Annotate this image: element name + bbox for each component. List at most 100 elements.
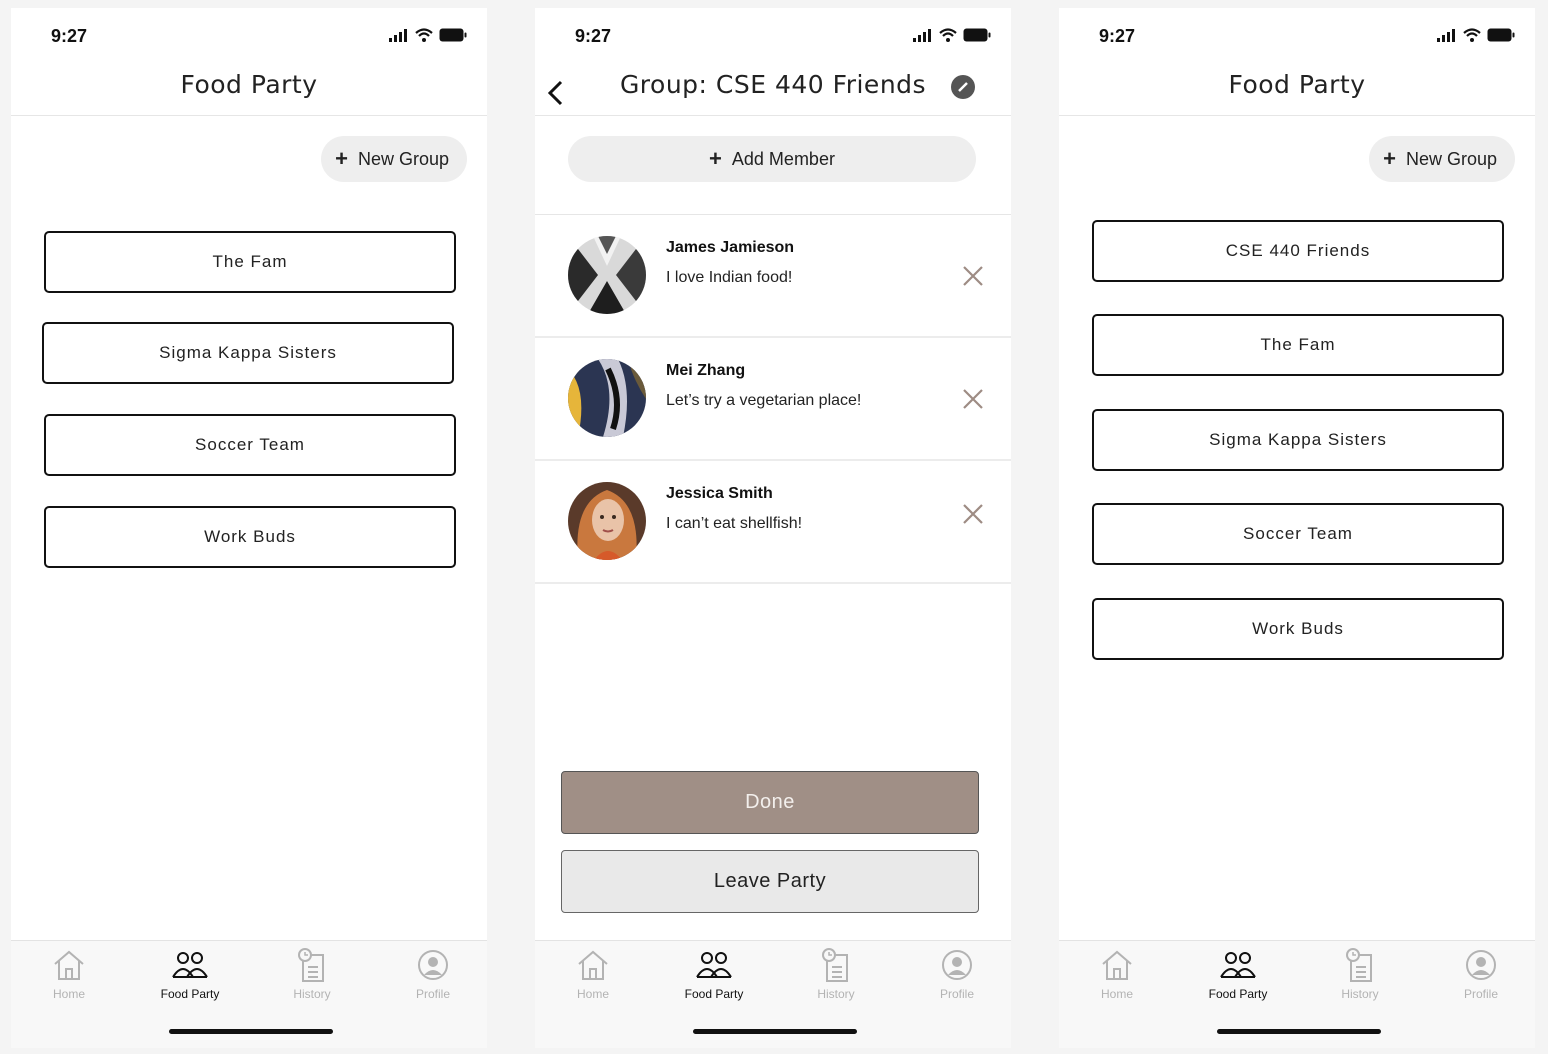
tab-label: History [293,987,331,1001]
status-time: 9:27 [1099,26,1136,46]
tab-bar: Home Food Party History Profile [11,940,487,1048]
signal-icon [389,29,407,42]
history-icon [822,948,848,982]
group-button[interactable]: The Fam [44,231,456,293]
avatar [568,359,646,437]
tab-food-party[interactable]: Food Party [145,947,235,1011]
group-button[interactable]: Soccer Team [44,414,456,476]
tab-label: History [817,987,855,1001]
group-icon [172,952,208,978]
signal-icon [913,29,931,42]
new-group-label: New Group [1405,148,1497,169]
member-message: I can’t eat shellfish! [666,515,803,532]
home-indicator [1217,1029,1381,1034]
tab-label: Home [576,987,609,1001]
history-icon [1346,948,1372,982]
avatar [568,482,646,560]
status-icons [389,28,467,42]
page-title: Group: CSE 440 Friends [619,70,927,99]
group-icon [1220,952,1256,978]
group-button[interactable]: Work Buds [44,506,456,568]
member-row: Jessica Smith I can’t eat shellfish! [535,461,1011,584]
wifi-icon [415,28,433,42]
profile-icon [418,950,448,980]
tab-label: History [1341,987,1379,1001]
tab-label: Profile [415,987,450,1001]
status-icons [1437,28,1515,42]
header: Food Party [11,68,487,116]
header: Group: CSE 440 Friends [535,68,1011,116]
tab-label: Profile [1463,987,1498,1001]
tab-history[interactable]: History [791,947,881,1011]
tab-label: Food Party [1208,987,1268,1001]
tab-label: Home [52,987,85,1001]
screen-food-party-list-updated: 9:27 Food Party + New Group CSE 440 Frie… [1059,8,1535,1048]
tab-home[interactable]: Home [1072,947,1162,1011]
leave-party-button[interactable]: Leave Party [561,850,979,913]
plus-icon: + [709,146,722,171]
tab-history[interactable]: History [1315,947,1405,1011]
group-icon [696,952,732,978]
profile-icon [1466,950,1496,980]
home-icon [578,950,608,980]
avatar [568,236,646,314]
screen-food-party-list: 9:27 Food Party + New Group The Fam Sigm… [11,8,487,1048]
add-member-button[interactable]: + Add Member [568,136,976,182]
close-icon[interactable] [961,264,985,288]
group-button[interactable]: CSE 440 Friends [1092,220,1504,282]
tab-label: Home [1100,987,1133,1001]
group-button[interactable]: Sigma Kappa Sisters [1092,409,1504,471]
tab-profile[interactable]: Profile [1436,947,1526,1011]
wifi-icon [1463,28,1481,42]
group-button[interactable]: Soccer Team [1092,503,1504,565]
group-button[interactable]: Sigma Kappa Sisters [42,322,454,384]
close-icon[interactable] [961,387,985,411]
member-name: James Jamieson [666,239,795,256]
plus-icon: + [1383,146,1396,171]
page-title: Food Party [180,70,318,99]
home-icon [54,950,84,980]
group-button[interactable]: Work Buds [1092,598,1504,660]
home-indicator [169,1029,333,1034]
profile-icon [942,950,972,980]
group-button[interactable]: The Fam [1092,314,1504,376]
tab-food-party[interactable]: Food Party [1193,947,1283,1011]
edit-icon[interactable] [951,75,975,99]
history-icon [298,948,324,982]
member-message: Let’s try a vegetarian place! [666,392,862,409]
battery-icon [439,28,467,42]
tab-food-party[interactable]: Food Party [669,947,759,1011]
plus-icon: + [335,146,348,171]
tab-bar: Home Food Party History Profile [535,940,1011,1048]
member-name: Mei Zhang [666,362,746,379]
new-group-button[interactable]: + New Group [321,136,467,182]
member-name: Jessica Smith [666,485,773,502]
tab-profile[interactable]: Profile [912,947,1002,1011]
wifi-icon [939,28,957,42]
add-member-label: Add Member [731,148,835,169]
new-group-label: New Group [357,148,449,169]
tab-profile[interactable]: Profile [388,947,478,1011]
home-icon [1102,950,1132,980]
new-group-button[interactable]: + New Group [1369,136,1515,182]
status-time: 9:27 [575,26,612,46]
tab-history[interactable]: History [267,947,357,1011]
member-message: I love Indian food! [666,269,793,286]
member-row: James Jamieson I love Indian food! [535,215,1011,338]
tab-label: Profile [939,987,974,1001]
tab-home[interactable]: Home [24,947,114,1011]
tab-bar: Home Food Party History Profile [1059,940,1535,1048]
screen-group-detail: 9:27 Group: CSE 440 Friends + Add Member… [535,8,1011,1048]
home-indicator [693,1029,857,1034]
signal-icon [1437,29,1455,42]
battery-icon [963,28,991,42]
page-title: Food Party [1228,70,1366,99]
close-icon[interactable] [961,502,985,526]
status-time: 9:27 [51,26,88,46]
status-icons [913,28,991,42]
done-button[interactable]: Done [561,771,979,834]
battery-icon [1487,28,1515,42]
tab-home[interactable]: Home [548,947,638,1011]
header: Food Party [1059,68,1535,116]
tab-label: Food Party [684,987,744,1001]
